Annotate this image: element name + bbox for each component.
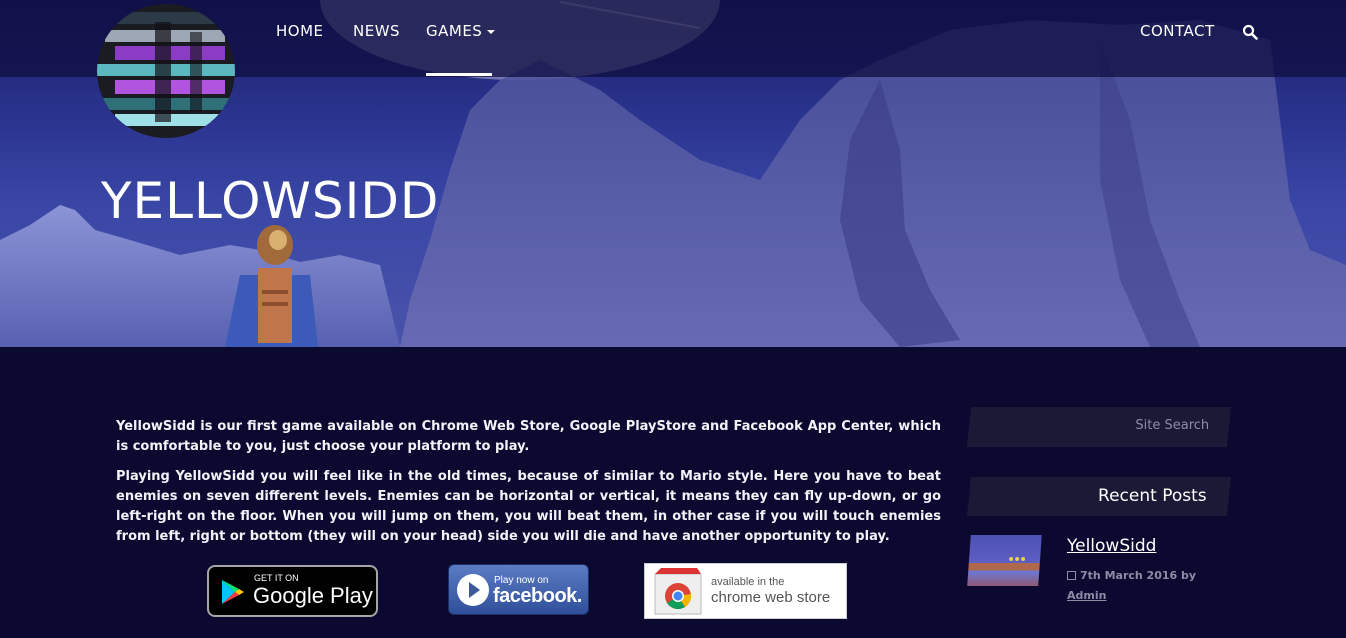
chrome-big-text: chrome web store	[711, 589, 831, 606]
facebook-big-text: facebook.	[493, 585, 582, 607]
post-author-link[interactable]: Admin	[1067, 589, 1106, 602]
nav-contact[interactable]: CONTACT	[1140, 22, 1215, 40]
post-date: 7th March 2016 by	[1080, 569, 1197, 582]
nav-news[interactable]: NEWS	[353, 22, 400, 40]
calendar-icon	[1067, 571, 1076, 580]
site-search-box	[966, 407, 1232, 447]
google-play-badge[interactable]: GET IT ON Google Play	[207, 565, 378, 617]
site-search-input[interactable]	[1009, 418, 1210, 433]
page-title: YELLOWSIDD	[101, 172, 440, 230]
post-thumbnail[interactable]	[967, 535, 1042, 586]
nav-games-dropdown[interactable]: GAMES	[426, 22, 496, 40]
chrome-web-store-badge[interactable]: available in the chrome web store	[644, 563, 847, 619]
recent-posts-title: Recent Posts	[1098, 486, 1208, 506]
google-play-icon	[222, 580, 244, 604]
article-paragraph: Playing YellowSidd you will feel like in…	[116, 469, 941, 544]
hero-banner: HOME NEWS GAMES CONTACT YELLOWSIDD	[0, 0, 1346, 347]
article-body: YellowSidd is our first game available o…	[116, 417, 941, 557]
search-icon[interactable]	[1242, 24, 1258, 40]
facebook-badge[interactable]: Play now on facebook.	[448, 564, 589, 615]
google-play-small-text: GET IT ON	[254, 573, 299, 583]
caret-down-icon	[487, 29, 496, 34]
recent-posts-header: Recent Posts	[966, 477, 1232, 516]
post-meta: 7th March 2016 by Admin	[1067, 566, 1196, 606]
site-logo[interactable]	[95, 2, 237, 140]
post-title-link[interactable]: YellowSidd	[1067, 536, 1156, 556]
play-icon	[457, 574, 489, 606]
article-paragraph: YellowSidd is our first game available o…	[116, 419, 941, 454]
chrome-small-text: available in the	[711, 576, 785, 588]
nav-active-indicator	[426, 73, 492, 76]
coin-icon	[1014, 557, 1020, 561]
coin-icon	[1008, 557, 1014, 561]
nav-games-label: GAMES	[426, 22, 483, 40]
coin-icon	[1020, 557, 1026, 561]
chrome-icon	[654, 568, 702, 615]
nav-home[interactable]: HOME	[276, 22, 324, 40]
google-play-big-text: Google Play	[253, 583, 373, 608]
